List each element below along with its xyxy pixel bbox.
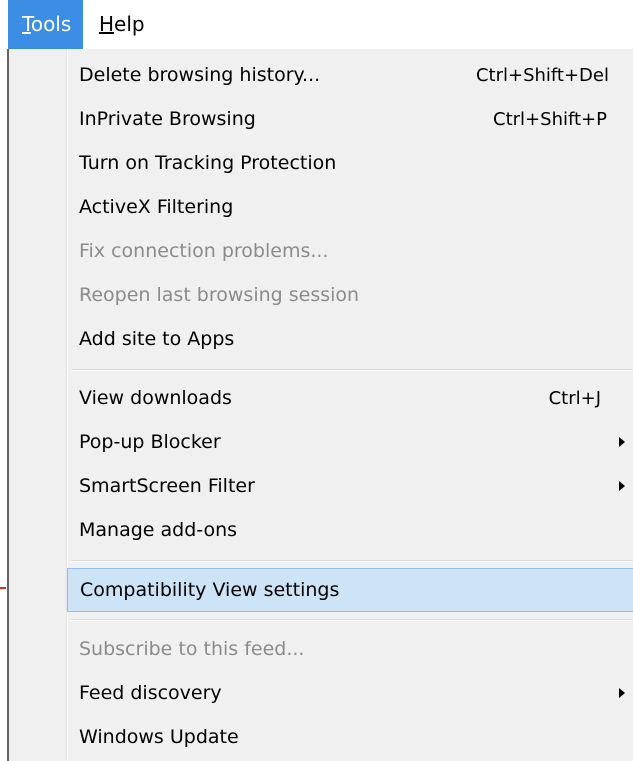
menu-item-add-site-to-apps[interactable]: Add site to Apps bbox=[67, 317, 633, 361]
menu-item-subscribe-to-feed: Subscribe to this feed... bbox=[67, 627, 633, 671]
menu-item-label: Add site to Apps bbox=[79, 328, 235, 350]
menu-tools[interactable]: Tools bbox=[8, 0, 83, 49]
menu-item-label: SmartScreen Filter bbox=[79, 475, 255, 497]
menu-item-label: Subscribe to this feed... bbox=[79, 638, 305, 660]
menu-item-label: InPrivate Browsing bbox=[79, 108, 256, 130]
menu-item-tracking-protection[interactable]: Turn on Tracking Protection bbox=[67, 141, 633, 185]
menu-item-delete-browsing-history[interactable]: Delete browsing history... Ctrl+Shift+De… bbox=[67, 53, 633, 97]
menu-item-feed-discovery[interactable]: Feed discovery bbox=[67, 671, 633, 715]
menu-item-reopen-last-session: Reopen last browsing session bbox=[67, 273, 633, 317]
menu-item-label: Windows Update bbox=[79, 726, 239, 748]
menu-item-label: Delete browsing history... bbox=[79, 64, 321, 86]
menu-item-label: Fix connection problems... bbox=[79, 240, 329, 262]
menu-item-shortcut: Ctrl+Shift+P bbox=[493, 108, 607, 130]
menu-tools-mnemonic: T bbox=[22, 12, 31, 36]
menu-item-popup-blocker[interactable]: Pop-up Blocker bbox=[67, 420, 633, 464]
tools-dropdown-menu: Delete browsing history... Ctrl+Shift+De… bbox=[7, 49, 633, 761]
menu-item-shortcut: Ctrl+Shift+Del bbox=[475, 64, 609, 86]
menu-item-activex-filtering[interactable]: ActiveX Filtering bbox=[67, 185, 633, 229]
menu-item-inprivate-browsing[interactable]: InPrivate Browsing Ctrl+Shift+P bbox=[67, 97, 633, 141]
menu-item-label: Turn on Tracking Protection bbox=[79, 152, 337, 174]
submenu-arrow-icon bbox=[619, 437, 625, 447]
menu-item-compatibility-view-settings[interactable]: Compatibility View settings bbox=[67, 568, 633, 612]
menu-item-windows-update[interactable]: Windows Update bbox=[67, 715, 633, 759]
menu-separator bbox=[71, 369, 633, 371]
menu-item-manage-add-ons[interactable]: Manage add-ons bbox=[67, 508, 633, 552]
menu-item-label: Pop-up Blocker bbox=[79, 431, 221, 453]
menu-item-label: View downloads bbox=[79, 387, 232, 409]
menu-tools-label: ools bbox=[30, 12, 72, 36]
menu-item-view-downloads[interactable]: View downloads Ctrl+J bbox=[67, 376, 633, 420]
submenu-arrow-icon bbox=[619, 688, 625, 698]
menu-item-shortcut: Ctrl+J bbox=[548, 387, 601, 409]
menu-item-label: Manage add-ons bbox=[79, 519, 238, 541]
menu-item-smartscreen-filter[interactable]: SmartScreen Filter bbox=[67, 464, 633, 508]
menu-help[interactable]: Help bbox=[83, 0, 157, 49]
pointer-trail-mark bbox=[0, 587, 6, 589]
menu-item-label: Compatibility View settings bbox=[80, 579, 340, 601]
menu-item-label: ActiveX Filtering bbox=[79, 196, 234, 218]
menu-item-label: Reopen last browsing session bbox=[79, 284, 360, 306]
menu-separator bbox=[71, 619, 633, 621]
menu-item-fix-connection-problems: Fix connection problems... bbox=[67, 229, 633, 273]
menu-separator bbox=[71, 560, 633, 562]
menu-help-mnemonic: H bbox=[99, 12, 115, 36]
icon-gutter bbox=[9, 49, 66, 761]
menu-item-label: Feed discovery bbox=[79, 682, 222, 704]
menu-bar: Tools Help bbox=[0, 0, 633, 49]
submenu-arrow-icon bbox=[619, 481, 625, 491]
menu-help-label: elp bbox=[114, 12, 145, 36]
